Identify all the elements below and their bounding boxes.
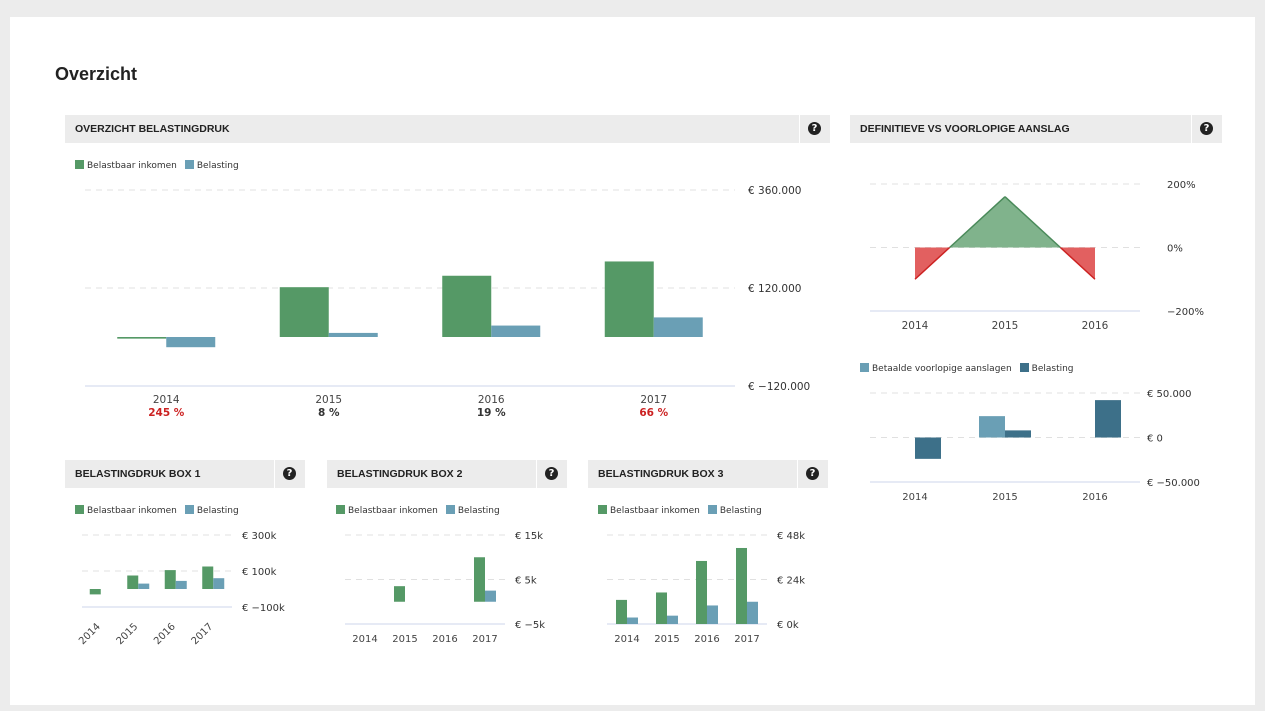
chart-belastingdruk-box-3: € 0k € 24k € 48k 2014 2015 2016 2017 (607, 531, 805, 645)
bar (696, 560, 707, 624)
bar (616, 599, 627, 624)
x-tick-label: 2014 (614, 634, 639, 645)
x-tick-label: 2017 (734, 634, 759, 645)
bar (627, 617, 638, 624)
bar (707, 605, 718, 624)
x-tick-label: 2016 (694, 634, 719, 645)
y-tick-label: € 24k (777, 576, 805, 587)
y-tick-label: € 48k (777, 531, 805, 542)
bar (736, 547, 747, 624)
x-tick-label: 2015 (654, 634, 679, 645)
bar (747, 601, 758, 624)
bar (667, 615, 678, 624)
y-tick-label: € 0k (777, 620, 799, 631)
bar (656, 592, 667, 624)
